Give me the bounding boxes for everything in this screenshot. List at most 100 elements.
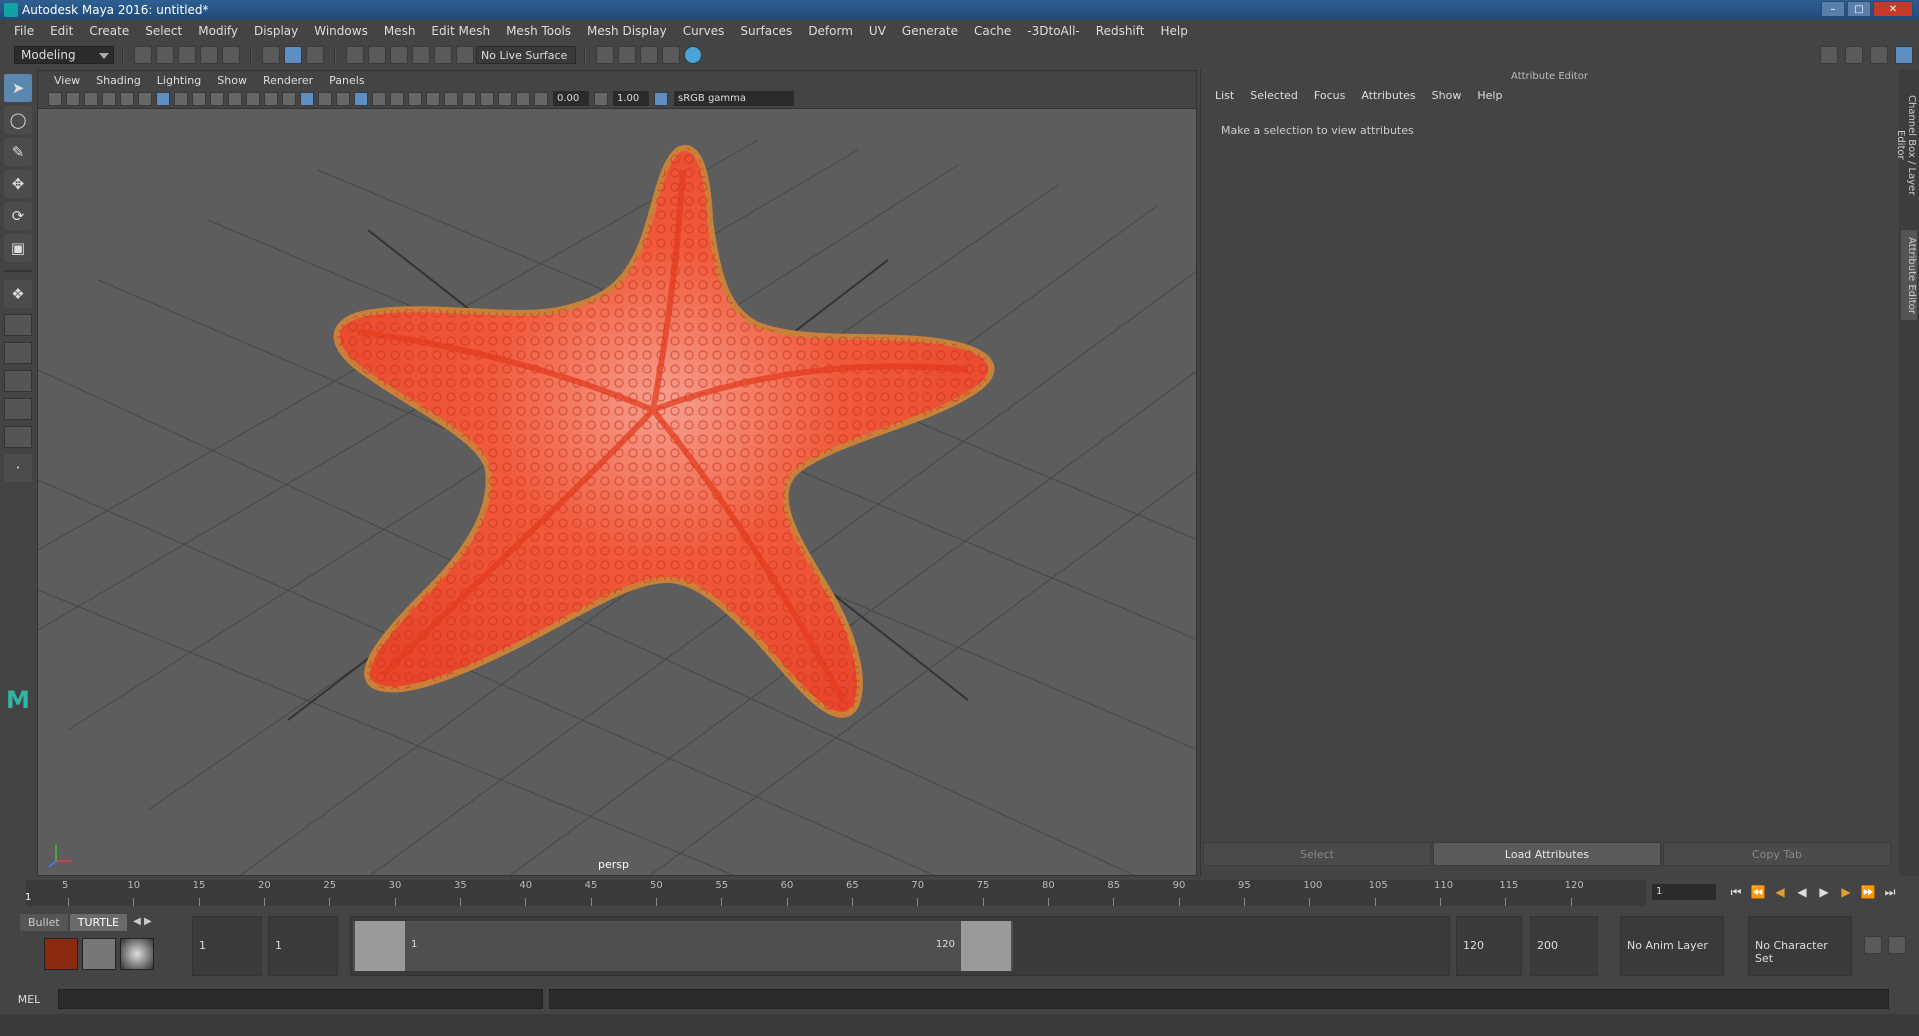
- perspective-viewport[interactable]: View Shading Lighting Show Renderer Pane…: [37, 70, 1197, 876]
- snap-point-icon[interactable]: [390, 46, 408, 64]
- animation-start-field[interactable]: 1: [192, 916, 262, 976]
- time-slider[interactable]: 5 10 15 20 25 30 35 40 45 50 55 60 65 70 75 80 85 90 95 100…: [0, 878, 1919, 908]
- menu-select[interactable]: Select: [137, 20, 190, 42]
- magnet-icon[interactable]: [456, 46, 474, 64]
- viewport-menu-show[interactable]: Show: [209, 74, 255, 87]
- move-tool-icon[interactable]: ✥: [4, 170, 32, 198]
- step-forward-key-icon[interactable]: ▶: [1838, 884, 1854, 900]
- animation-preferences-icon[interactable]: [1888, 936, 1906, 954]
- resolution-gate-icon[interactable]: [192, 91, 206, 106]
- baking-icon[interactable]: [82, 938, 116, 970]
- menu-deform[interactable]: Deform: [800, 20, 861, 42]
- menu-edit-mesh[interactable]: Edit Mesh: [423, 20, 498, 42]
- film-gate-icon[interactable]: [174, 91, 188, 106]
- image-plane-icon[interactable]: [102, 91, 116, 106]
- live-surface-field[interactable]: No Live Surface: [476, 46, 576, 64]
- gate-mask-icon[interactable]: [210, 91, 224, 106]
- hypershade-layout-icon[interactable]: [4, 398, 32, 420]
- ae-menu-focus[interactable]: Focus: [1306, 89, 1353, 102]
- animation-end-field[interactable]: 200: [1530, 916, 1598, 976]
- playback-end-field[interactable]: 120: [1456, 916, 1522, 976]
- custom-layout-icon[interactable]: [4, 426, 32, 448]
- step-back-frame-icon[interactable]: ⏪: [1750, 884, 1766, 900]
- persp-graph-layout-icon[interactable]: [4, 370, 32, 392]
- isolate-select-icon[interactable]: [462, 91, 476, 106]
- xray-components-icon[interactable]: [516, 91, 530, 106]
- new-scene-icon[interactable]: [134, 46, 152, 64]
- menu-3dtoall[interactable]: -3DtoAll-: [1019, 20, 1087, 42]
- menu-cache[interactable]: Cache: [966, 20, 1019, 42]
- safe-action-icon[interactable]: [246, 91, 260, 106]
- menu-redshift[interactable]: Redshift: [1088, 20, 1153, 42]
- snap-grid-icon[interactable]: [346, 46, 364, 64]
- 2d-pan-zoom-icon[interactable]: [120, 91, 134, 106]
- save-scene-icon[interactable]: [178, 46, 196, 64]
- ae-menu-list[interactable]: List: [1207, 89, 1242, 102]
- select-hierarchy-icon[interactable]: [262, 46, 280, 64]
- shadows-icon[interactable]: [390, 91, 404, 106]
- menu-curves[interactable]: Curves: [675, 20, 733, 42]
- mel-language-toggle[interactable]: MEL: [0, 993, 58, 1006]
- ae-menu-show[interactable]: Show: [1424, 89, 1470, 102]
- tab-attribute-editor[interactable]: Attribute Editor: [1901, 230, 1917, 320]
- ae-menu-selected[interactable]: Selected: [1242, 89, 1306, 102]
- go-to-end-icon[interactable]: ⏭: [1882, 884, 1898, 900]
- screen-space-ao-icon[interactable]: [408, 91, 422, 106]
- exposure-field[interactable]: 0.00: [553, 91, 589, 106]
- copy-tab-button[interactable]: Copy Tab: [1663, 842, 1891, 866]
- select-button[interactable]: Select: [1203, 842, 1431, 866]
- ae-menu-attributes[interactable]: Attributes: [1353, 89, 1423, 102]
- menu-file[interactable]: File: [6, 20, 42, 42]
- render-view-icon[interactable]: [596, 46, 614, 64]
- viewport-menu-panels[interactable]: Panels: [321, 74, 372, 87]
- anti-aliasing-icon[interactable]: [444, 91, 458, 106]
- four-view-layout-icon[interactable]: [4, 314, 32, 336]
- open-scene-icon[interactable]: [156, 46, 174, 64]
- menu-windows[interactable]: Windows: [306, 20, 376, 42]
- attribute-editor-toggle-icon[interactable]: [1845, 46, 1863, 64]
- field-chart-icon[interactable]: [228, 91, 242, 106]
- select-tool-icon[interactable]: ➤: [4, 74, 32, 102]
- playback-start-field[interactable]: 1: [268, 916, 338, 976]
- maximize-button[interactable]: □: [1847, 1, 1871, 17]
- color-management-icon[interactable]: [654, 91, 668, 106]
- menu-display[interactable]: Display: [246, 20, 306, 42]
- lasso-tool-icon[interactable]: ◯: [4, 106, 32, 134]
- close-button[interactable]: ✕: [1873, 1, 1913, 17]
- viewport-menu-renderer[interactable]: Renderer: [255, 74, 321, 87]
- shelf-scroll-arrows[interactable]: ◀ ▶: [129, 914, 156, 931]
- ipr-render-icon[interactable]: [640, 46, 658, 64]
- camera-attributes-icon[interactable]: [66, 91, 80, 106]
- viewport-canvas[interactable]: persp: [38, 110, 1196, 875]
- persp-outliner-layout-icon[interactable]: [4, 342, 32, 364]
- mode-selector[interactable]: Modeling: [14, 46, 114, 64]
- shelf-tab-bullet[interactable]: Bullet: [20, 914, 68, 931]
- mel-command-input[interactable]: [58, 989, 543, 1009]
- smooth-shade-icon[interactable]: [300, 91, 314, 106]
- grid-toggle-icon[interactable]: [156, 91, 170, 106]
- use-all-lights-icon[interactable]: [372, 91, 386, 106]
- anim-layer-selector[interactable]: No Anim Layer: [1620, 916, 1724, 976]
- range-handle[interactable]: 1 120: [353, 921, 1013, 971]
- range-start-handle[interactable]: [355, 921, 405, 971]
- step-back-key-icon[interactable]: ◀: [1772, 884, 1788, 900]
- select-object-icon[interactable]: [284, 46, 302, 64]
- range-end-handle[interactable]: [961, 921, 1011, 971]
- paint-select-tool-icon[interactable]: ✎: [4, 138, 32, 166]
- current-frame-field[interactable]: 1: [1652, 884, 1716, 900]
- viewport-menu-lighting[interactable]: Lighting: [149, 74, 209, 87]
- auto-key-icon[interactable]: [1864, 936, 1882, 954]
- playback-range-bar[interactable]: 1 120: [350, 916, 1450, 976]
- sphere-render-icon[interactable]: [120, 938, 154, 970]
- menu-uv[interactable]: UV: [861, 20, 894, 42]
- hypershade-icon[interactable]: [684, 46, 702, 64]
- redo-icon[interactable]: [222, 46, 240, 64]
- shelf-tab-turtle[interactable]: TURTLE: [69, 914, 128, 931]
- default-material-icon[interactable]: [318, 91, 332, 106]
- menu-create[interactable]: Create: [81, 20, 137, 42]
- single-perspective-layout-icon[interactable]: ❖: [4, 280, 32, 308]
- camera-select-icon[interactable]: [48, 91, 62, 106]
- menu-help[interactable]: Help: [1152, 20, 1195, 42]
- menu-mesh-display[interactable]: Mesh Display: [579, 20, 675, 42]
- gamma-icon[interactable]: [594, 91, 608, 106]
